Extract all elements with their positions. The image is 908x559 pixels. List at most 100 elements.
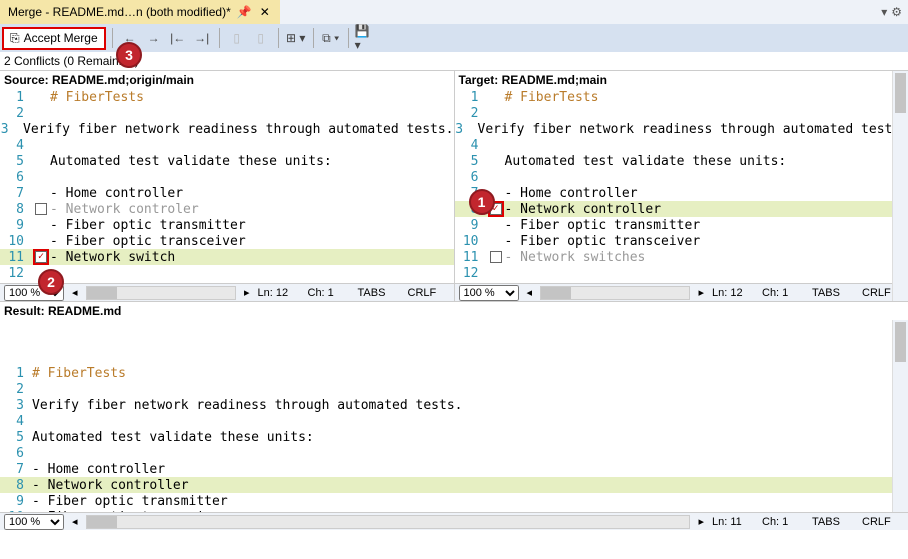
left-pane-icon[interactable]: ▯	[226, 27, 248, 49]
h-scrollbar[interactable]	[86, 286, 236, 300]
compare-button[interactable]: ⧉ ▾	[320, 27, 342, 49]
merge-checkbox-cell[interactable]	[32, 203, 50, 215]
prev-diff-button[interactable]: |←	[167, 27, 189, 49]
code-line: 2	[0, 381, 908, 397]
line-number: 9	[0, 218, 32, 233]
line-indicator: Ln: 12	[258, 287, 300, 299]
scroll-left-icon[interactable]: ◂	[72, 515, 78, 528]
scroll-left-icon[interactable]: ◂	[72, 286, 78, 299]
line-number: 3	[455, 122, 472, 137]
code-line: 5Automated test validate these units:	[0, 429, 908, 445]
merge-icon: ⎘	[10, 31, 20, 46]
layout-button[interactable]: ⊞ ▾	[285, 27, 307, 49]
code-text: - Fiber optic transmitter	[50, 218, 454, 233]
code-text: Automated test validate these units:	[505, 154, 908, 169]
code-text: Verify fiber network readiness through a…	[23, 122, 453, 137]
result-status: 100 % ◂ ▸ Ln: 11 Ch: 1 TABS CRLF	[0, 512, 908, 530]
code-line: 8- Network controller	[455, 201, 908, 217]
line-number: 6	[455, 170, 487, 185]
line-number: 10	[0, 234, 32, 249]
code-text: - Fiber optic transmitter	[505, 218, 908, 233]
crlf-indicator[interactable]: CRLF	[408, 287, 450, 299]
line-number: 3	[0, 398, 32, 413]
code-line: 6	[0, 445, 908, 461]
gear-icon[interactable]: ⚙	[891, 5, 902, 19]
line-number: 6	[0, 170, 32, 185]
line-number: 12	[0, 266, 32, 281]
line-number: 1	[0, 90, 32, 105]
col-indicator: Ch: 1	[308, 287, 350, 299]
scroll-right-icon[interactable]: ▸	[244, 286, 250, 299]
separator	[313, 28, 314, 48]
save-button[interactable]: 💾 ▾	[355, 27, 377, 49]
dropdown-icon[interactable]: ▾	[881, 5, 887, 19]
scroll-right-icon[interactable]: ▸	[698, 515, 704, 528]
code-line: 1# FiberTests	[0, 89, 454, 105]
code-line: 12	[0, 265, 454, 281]
col-indicator: Ch: 1	[762, 287, 804, 299]
line-number: 10	[455, 234, 487, 249]
merge-checkbox[interactable]	[35, 203, 47, 215]
code-line: 7- Home controller	[0, 185, 454, 201]
code-line: 10 - Fiber optic transceiver	[0, 233, 454, 249]
code-line: 7- Home controller	[0, 461, 908, 477]
code-line: 6	[455, 169, 908, 185]
scroll-left-icon[interactable]: ◂	[527, 286, 533, 299]
code-text: # FiberTests	[32, 366, 908, 381]
merge-checkbox-cell[interactable]	[487, 251, 505, 263]
code-text: - Fiber optic transceiver	[50, 234, 454, 249]
v-scrollbar[interactable]	[892, 71, 908, 301]
h-scrollbar[interactable]	[86, 515, 691, 529]
line-number: 4	[0, 138, 32, 153]
target-code[interactable]: 1# FiberTests23Verify fiber network read…	[455, 89, 908, 283]
zoom-select[interactable]: 100 %	[4, 514, 64, 530]
zoom-select[interactable]: 100 %	[459, 285, 519, 301]
code-text: - Network switches	[505, 250, 908, 265]
document-tab[interactable]: Merge - README.md…n (both modified)* 📌 ✕	[0, 0, 280, 24]
code-line: 5Automated test validate these units:	[0, 153, 454, 169]
source-code[interactable]: 1# FiberTests23Verify fiber network read…	[0, 89, 454, 283]
code-text: - Fiber optic transceiver	[505, 234, 908, 249]
scroll-right-icon[interactable]: ▸	[698, 286, 704, 299]
code-line: 1# FiberTests	[0, 365, 908, 381]
close-tab-icon[interactable]: ✕	[258, 5, 272, 19]
source-status: 100 % ◂ ▸ Ln: 12 Ch: 1 TABS CRLF	[0, 283, 454, 301]
line-number: 7	[0, 462, 32, 477]
code-text: - Home controller	[32, 462, 908, 477]
tabs-indicator[interactable]: TABS	[812, 516, 854, 528]
accept-merge-button[interactable]: ⎘ Accept Merge	[2, 27, 106, 50]
tabs-indicator[interactable]: TABS	[358, 287, 400, 299]
next-conflict-button[interactable]: →	[143, 27, 165, 49]
v-scrollbar[interactable]	[892, 320, 908, 512]
result-code[interactable]: 1# FiberTests23Verify fiber network read…	[0, 320, 908, 512]
code-text: Verify fiber network readiness through a…	[32, 398, 908, 413]
line-number: 5	[455, 154, 487, 169]
line-number: 6	[0, 446, 32, 461]
code-line: 3Verify fiber network readiness through …	[0, 397, 908, 413]
code-line: 4	[0, 413, 908, 429]
merge-checkbox[interactable]	[35, 251, 47, 263]
code-text: Verify fiber network readiness through a…	[478, 122, 908, 137]
crlf-indicator[interactable]: CRLF	[862, 516, 904, 528]
source-header: Source: README.md;origin/main	[0, 71, 454, 89]
line-number: 1	[455, 90, 487, 105]
tabs-indicator[interactable]: TABS	[812, 287, 854, 299]
h-scrollbar[interactable]	[540, 286, 690, 300]
right-pane-icon[interactable]: ▯	[250, 27, 272, 49]
code-line: 1# FiberTests	[455, 89, 908, 105]
merge-checkbox-cell[interactable]	[32, 251, 50, 263]
separator	[219, 28, 220, 48]
merge-checkbox[interactable]	[490, 251, 502, 263]
accept-merge-label: Accept Merge	[24, 31, 98, 45]
code-line: 11- Network switch	[0, 249, 454, 265]
code-text: - Fiber optic transmitter	[32, 494, 908, 509]
code-text: - Network controller	[32, 478, 908, 493]
result-pane: Result: README.md 1# FiberTests23Verify …	[0, 301, 908, 530]
pin-icon[interactable]: 📌	[237, 5, 252, 19]
code-line: 7- Home controller	[455, 185, 908, 201]
line-number: 8	[0, 478, 32, 493]
line-number: 7	[0, 186, 32, 201]
line-number: 4	[455, 138, 487, 153]
next-diff-button[interactable]: →|	[191, 27, 213, 49]
separator	[278, 28, 279, 48]
